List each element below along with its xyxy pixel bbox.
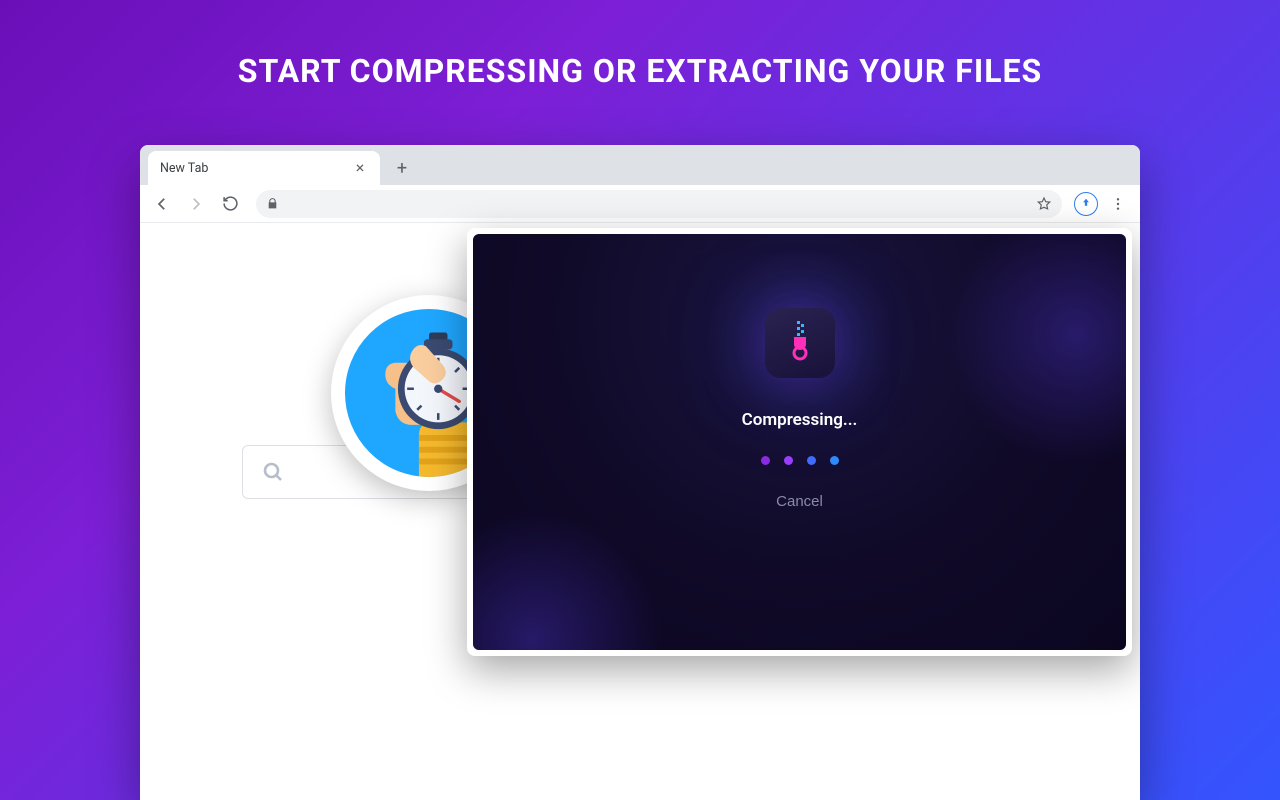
page-content: Compressing... Cancel: [140, 223, 1140, 800]
address-bar[interactable]: [256, 190, 1062, 218]
loading-dot: [830, 456, 839, 465]
forward-button[interactable]: [182, 190, 210, 218]
menu-button[interactable]: [1104, 190, 1132, 218]
zip-app-icon: [765, 308, 835, 378]
compress-popup: Compressing... Cancel: [467, 228, 1132, 656]
search-icon: [261, 460, 285, 484]
promo-headline: START COMPRESSING OR EXTRACTING YOUR FIL…: [0, 0, 1280, 90]
browser-tab[interactable]: New Tab ×: [148, 151, 380, 185]
kebab-menu-icon: [1110, 196, 1126, 212]
extension-icon[interactable]: [1074, 192, 1098, 216]
loading-dots: [761, 456, 839, 465]
bookmark-star-icon[interactable]: [1036, 196, 1052, 212]
reload-button[interactable]: [216, 190, 244, 218]
arrow-left-icon: [153, 195, 171, 213]
loading-dot: [807, 456, 816, 465]
back-button[interactable]: [148, 190, 176, 218]
close-tab-icon[interactable]: ×: [352, 160, 368, 176]
reload-icon: [222, 195, 239, 212]
decorative-circle: [946, 234, 1126, 464]
lock-icon: [266, 197, 279, 210]
cancel-button[interactable]: Cancel: [776, 493, 823, 510]
loading-dot: [761, 456, 770, 465]
decorative-circle: [473, 510, 663, 650]
loading-dot: [784, 456, 793, 465]
browser-toolbar: [140, 185, 1140, 223]
new-tab-button[interactable]: +: [388, 154, 416, 182]
arrow-right-icon: [187, 195, 205, 213]
zipper-icon: [783, 321, 817, 365]
compress-popup-inner: Compressing... Cancel: [473, 234, 1126, 650]
tab-strip: New Tab × +: [140, 145, 1140, 185]
status-text: Compressing...: [742, 410, 858, 430]
tab-title: New Tab: [160, 161, 352, 176]
browser-window: New Tab × +: [140, 145, 1140, 800]
upload-cloud-icon: [1079, 197, 1093, 211]
